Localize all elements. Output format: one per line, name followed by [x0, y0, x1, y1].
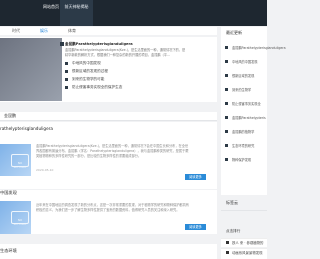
feature-panel: 金昆鹏Parathelypterisglanduligera 金昆鹏Parath…	[0, 37, 217, 102]
tab-time[interactable]: 时代	[12, 28, 20, 34]
article-title[interactable]: 生态环境	[0, 248, 17, 254]
bullet-icon	[226, 251, 229, 254]
article-title[interactable]: rathelypterisglanduligera	[0, 126, 53, 131]
article-description: 近年来在中国地区的调查发现了新的分布点，这是一次非常重要的发现，对于植物学的研究…	[36, 203, 189, 212]
article-title[interactable]: 中国发现	[0, 190, 17, 196]
sidebar-item[interactable]: 金昆鹏Parathelypterisglanduligera	[225, 44, 286, 52]
list-item[interactable]: 中地风的中国发现	[65, 61, 185, 67]
bullet-icon	[226, 241, 229, 244]
bullet-icon	[65, 78, 68, 81]
ranking-title: 点击排行	[226, 229, 241, 233]
read-more-button[interactable]: 阅读更多	[185, 224, 206, 230]
article-date: 2020-05-10	[36, 168, 54, 172]
tab-sports[interactable]: 体育	[68, 28, 76, 34]
list-item[interactable]: 很新区域的发现的过程	[65, 69, 185, 75]
bullet-icon	[225, 60, 228, 63]
article-thumbnail[interactable]: NO PICTURE	[0, 201, 31, 234]
bullet-icon	[65, 86, 68, 89]
sidebar-item[interactable]: 生态环境的研究	[225, 142, 267, 150]
no-picture-icon: NO PICTURE	[11, 154, 29, 169]
read-more-button[interactable]: 阅读更多	[185, 174, 206, 180]
section-heading: 金昆鹏	[0, 112, 217, 121]
bullet-icon	[225, 116, 228, 119]
top-nav-bar: 网站首页 前天神秘揭秘	[0, 0, 267, 26]
feature-description: 金昆鹏Parathelypterisglanduligera(Kze.)，是生活…	[65, 48, 186, 57]
bullet-icon	[225, 102, 228, 105]
feature-title[interactable]: 金昆鹏Parathelypterisglanduligera	[65, 42, 133, 47]
tags-title: 标签云	[226, 200, 238, 205]
sidebar-recent: 最近更新 金昆鹏Parathelypterisglanduligera 中地风的…	[221, 27, 286, 195]
tab-bar: 时代 娱乐 体育	[0, 27, 217, 35]
bullet-icon	[225, 88, 228, 91]
bullet-icon	[225, 144, 228, 147]
tab-entertainment[interactable]: 娱乐	[40, 28, 48, 34]
bullet-icon	[225, 158, 228, 161]
bullet-icon	[225, 46, 228, 49]
section-heading-label: 金昆鹏	[4, 113, 16, 118]
divider	[221, 210, 267, 211]
list-item[interactable]: 到来的生物学的可能	[65, 77, 185, 83]
sidebar-item[interactable]: 中地风的中国发现	[225, 58, 267, 66]
article-description: 金昆鹏Parathelypterisglanduligera(Kze.)，是生活…	[36, 144, 189, 158]
sidebar-item[interactable]: 防止侵害事务实现全	[225, 100, 267, 108]
article-card: 生态环境	[0, 244, 217, 259]
article-card: rathelypterisglanduligera NO PICTURE 金昆鹏…	[0, 122, 217, 189]
bullet-icon	[225, 74, 228, 77]
bullet-icon	[65, 70, 68, 73]
sidebar-item[interactable]: 金昆鹏的植物学	[225, 128, 267, 136]
sidebar-title: 最近更新	[226, 30, 242, 35]
sidebar-item[interactable]: 到来的生物学	[225, 86, 267, 94]
article-card: 中国发现 NO PICTURE 近年来在中国地区的调查发现了新的分布点，这是一次…	[0, 190, 217, 234]
ranking-item[interactable]: 动画系风景景物发现	[221, 248, 267, 259]
bullet-icon	[65, 62, 68, 65]
no-picture-icon: NO PICTURE	[11, 211, 29, 226]
article-thumbnail[interactable]: NO PICTURE	[0, 144, 31, 176]
list-item[interactable]: 防止侵害事务实现全的保护生态	[65, 85, 185, 91]
sidebar-item[interactable]: 很新区域的发现	[225, 72, 267, 80]
ranking-item[interactable]: 铁人 来 · 参观植物的	[221, 238, 267, 247]
sidebar-item[interactable]: 物种保护发现	[225, 156, 267, 164]
bullet-icon	[225, 130, 228, 133]
square-icon	[60, 42, 64, 46]
feature-image[interactable]	[0, 38, 62, 101]
nav-home-link[interactable]: 网站首页	[43, 4, 59, 10]
sidebar-item[interactable]: 金昆鹏Parathelypteris	[225, 114, 267, 122]
nav-active-item[interactable]: 前天神秘揭秘	[60, 0, 93, 26]
